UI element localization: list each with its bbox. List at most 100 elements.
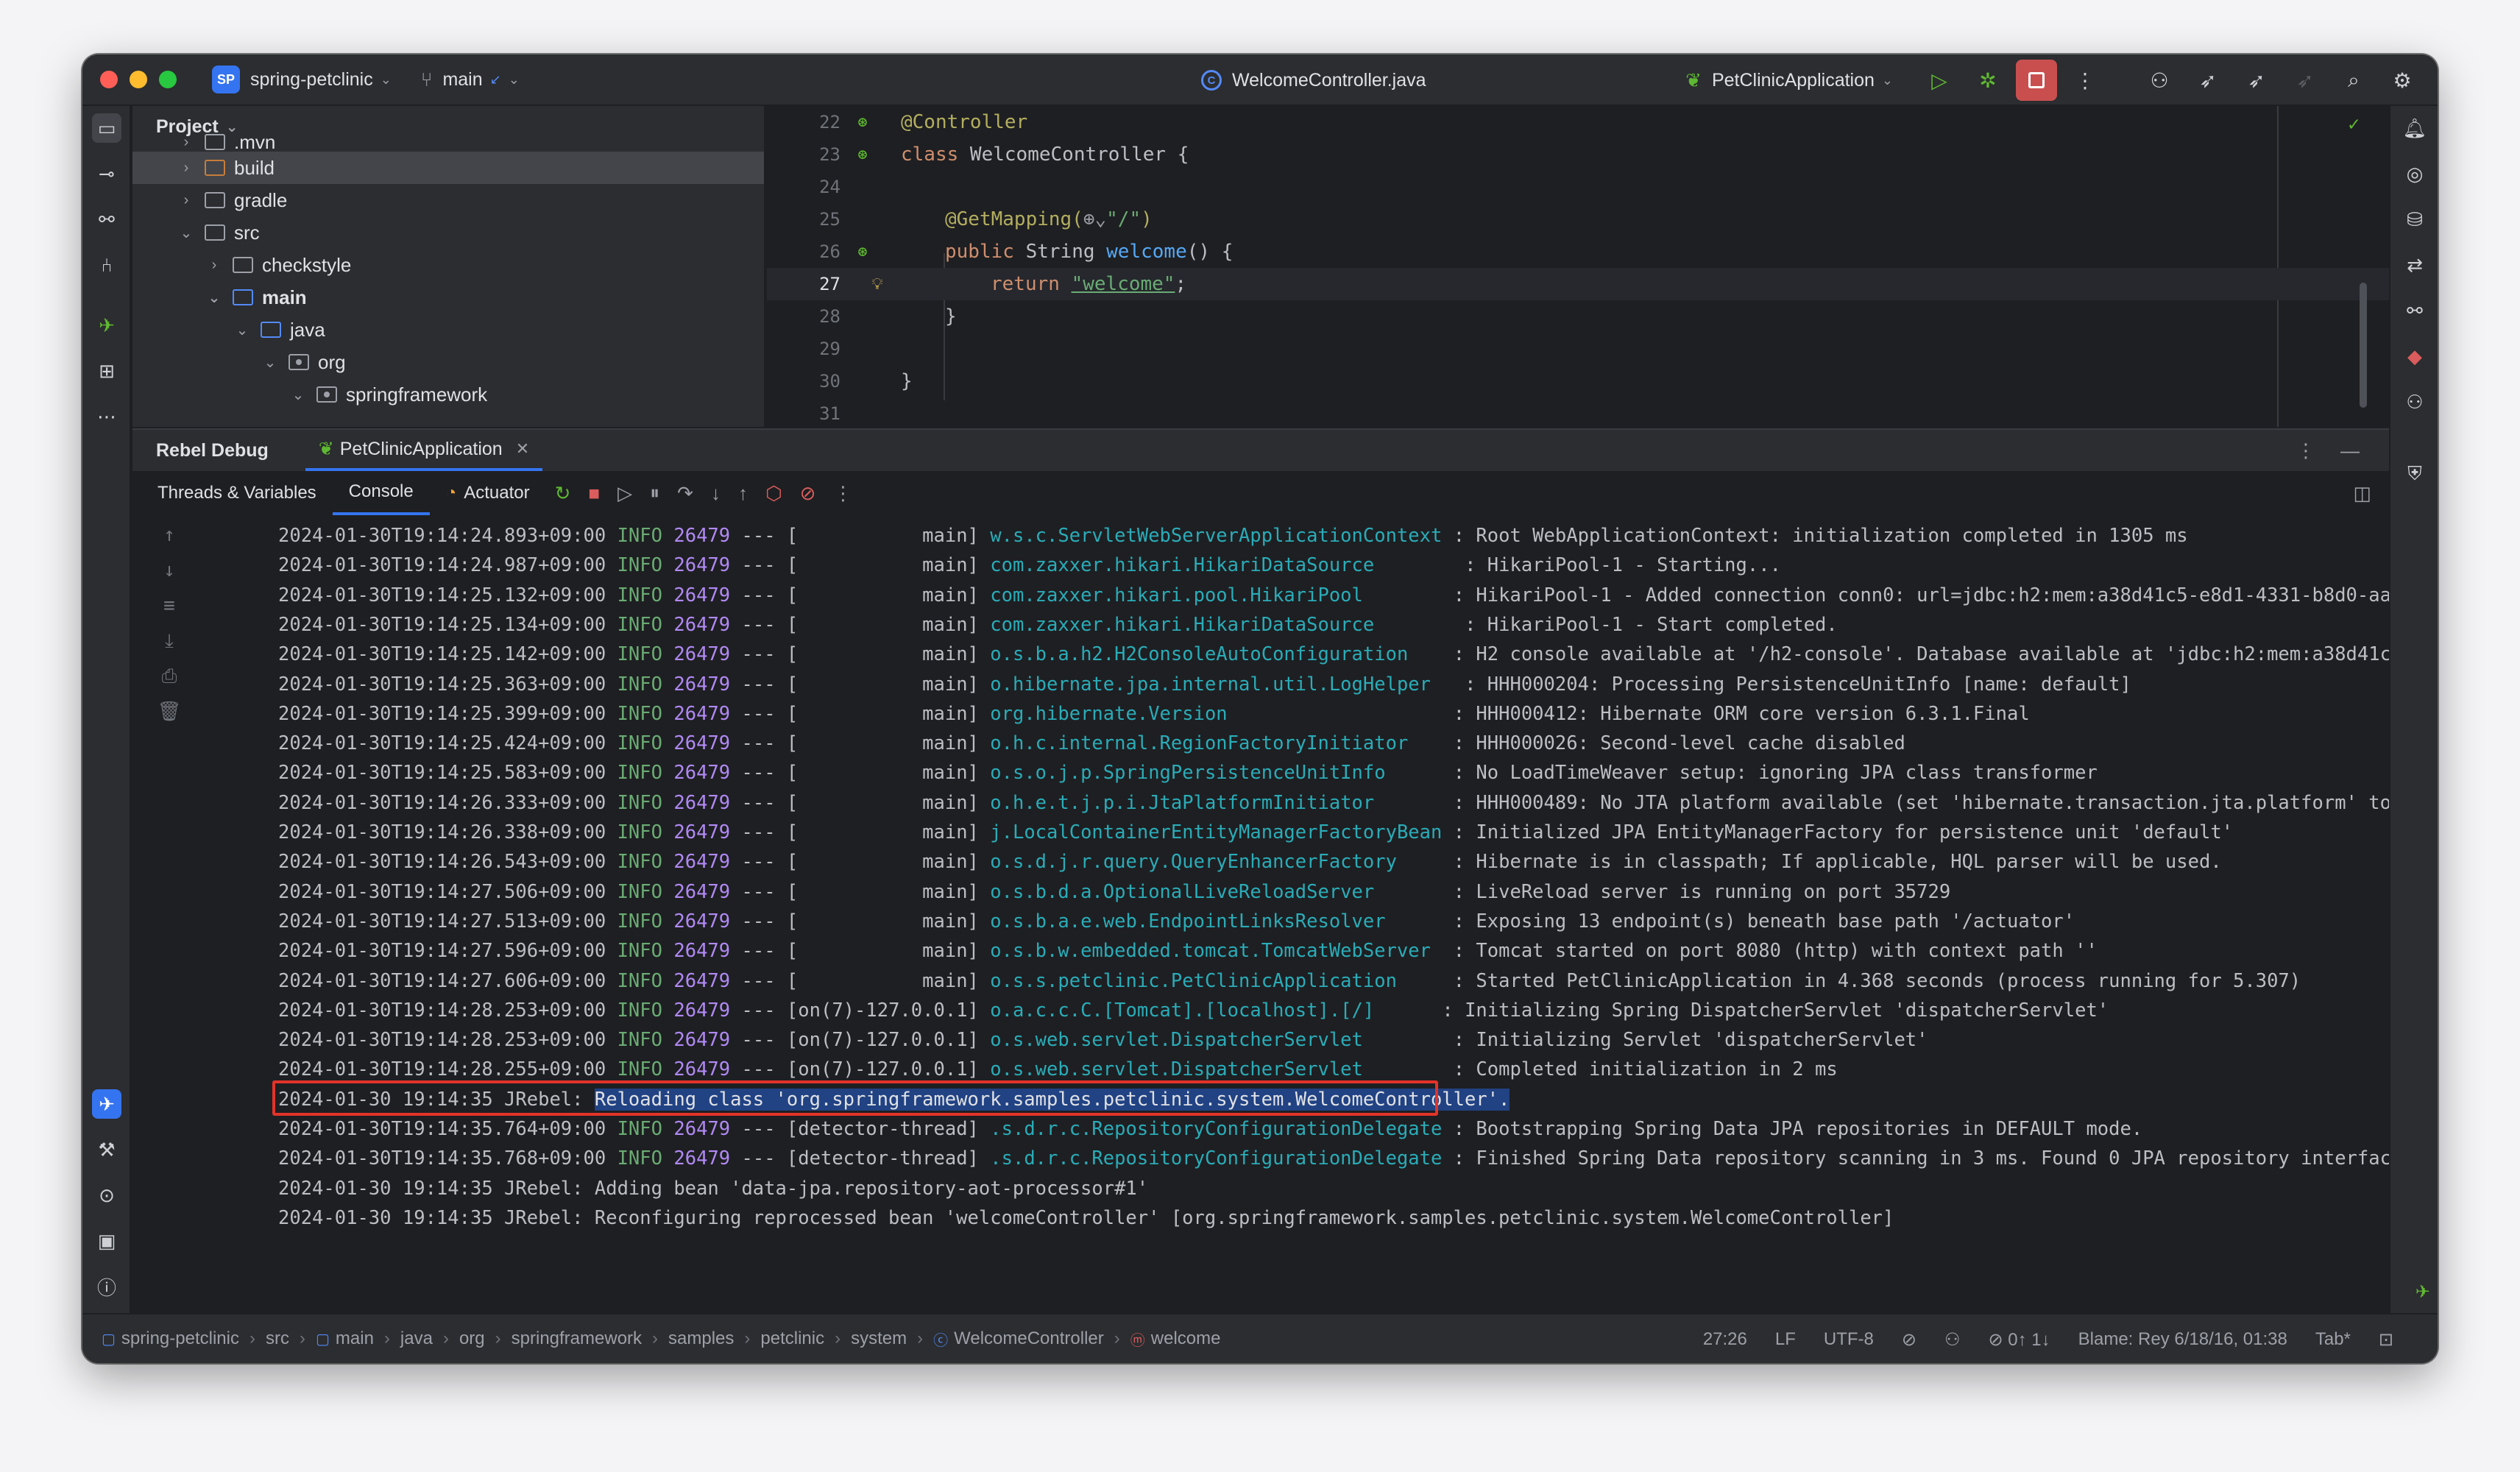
jrebel-debug-rocket-icon[interactable]: ➶ bbox=[2236, 60, 2277, 101]
step-over-icon[interactable]: ↷ bbox=[677, 482, 693, 505]
commit-icon[interactable]: ⊸ bbox=[92, 159, 121, 188]
tree-item-org[interactable]: ⌄ org bbox=[132, 346, 764, 378]
project-selector[interactable]: spring-petclinic bbox=[250, 69, 373, 91]
code-line-22[interactable]: 22 ⊛ @Controller bbox=[767, 106, 2389, 138]
code-line-27[interactable]: 27 💡︎ return "welcome"; bbox=[767, 268, 2389, 300]
breadcrumb-item[interactable]: welcome bbox=[1151, 1328, 1221, 1349]
chevron-down-icon[interactable]: ⌄ bbox=[290, 386, 306, 404]
breadcrumb-item[interactable]: WelcomeController bbox=[954, 1328, 1104, 1349]
breadcrumb-item[interactable]: java bbox=[400, 1328, 433, 1349]
zoom-window-button[interactable] bbox=[159, 71, 177, 88]
project-badge[interactable]: SP bbox=[212, 66, 240, 93]
code-with-me-icon[interactable]: ⚇ bbox=[2139, 60, 2180, 101]
security-shield-icon[interactable]: ⛨ bbox=[2400, 459, 2429, 489]
code-line-29[interactable]: 29 bbox=[767, 333, 2389, 365]
chevron-right-icon[interactable]: › bbox=[178, 192, 194, 209]
chevron-right-icon[interactable]: › bbox=[178, 134, 194, 151]
file-encoding[interactable]: UTF-8 bbox=[1824, 1329, 1874, 1350]
jrebel-icon[interactable]: ⚯ bbox=[2400, 296, 2429, 325]
project-folder-icon[interactable]: ▭ bbox=[92, 113, 121, 143]
tree-item-main[interactable]: ⌄ main bbox=[132, 281, 764, 314]
inspection-off-icon[interactable]: ⊘ bbox=[1902, 1329, 1916, 1351]
step-into-icon[interactable]: ↓ bbox=[711, 482, 721, 505]
rerun-icon[interactable]: ↻ bbox=[555, 482, 571, 505]
code-line-24[interactable]: 24 bbox=[767, 171, 2389, 203]
console-output[interactable]: ↑ ↓ ≡ ⤓ ⎙ 🗑︎ 2024-01-30T19:14:24.893+09:… bbox=[132, 517, 2389, 1314]
copilot-icon[interactable]: ⚇ bbox=[2400, 387, 2429, 417]
rebel-debug-tool-icon[interactable]: ✈ bbox=[92, 1089, 121, 1119]
code-line-28[interactable]: 28 } bbox=[767, 300, 2389, 333]
scroll-up-icon[interactable]: ↑ bbox=[155, 524, 184, 546]
more-options-icon[interactable]: ⋮ bbox=[2296, 439, 2315, 462]
copilot-status-icon[interactable]: ⚇ bbox=[1944, 1329, 1961, 1351]
breadcrumb-item[interactable]: src bbox=[266, 1328, 289, 1349]
notifications-icon[interactable]: 🔔︎ bbox=[2400, 113, 2429, 143]
close-window-button[interactable] bbox=[100, 71, 118, 88]
chevron-right-icon[interactable]: › bbox=[178, 160, 194, 177]
terminal-icon[interactable]: ▣ bbox=[92, 1226, 121, 1256]
jrebel-disabled-icon[interactable]: ➶ bbox=[2284, 60, 2326, 101]
soft-wrap-icon[interactable]: ≡ bbox=[155, 595, 184, 617]
tab-console[interactable]: Console bbox=[332, 471, 430, 515]
caret-position[interactable]: 27:26 bbox=[1703, 1329, 1747, 1350]
code-editor[interactable]: 22 ⊛ @Controller 23 ⊛ class WelcomeContr… bbox=[767, 106, 2389, 427]
chevron-down-icon[interactable]: ⌄ bbox=[381, 72, 392, 88]
breadcrumb-item[interactable]: main bbox=[336, 1328, 374, 1349]
tree-item-gradle[interactable]: › gradle bbox=[132, 184, 764, 216]
scroll-down-icon[interactable]: ↓ bbox=[155, 559, 184, 581]
maven-icon[interactable]: ◆ bbox=[2400, 342, 2429, 371]
breadcrumb-item[interactable]: system bbox=[851, 1328, 907, 1349]
breadcrumb-item[interactable]: samples bbox=[668, 1328, 734, 1349]
no-problems-check-icon[interactable]: ✓ bbox=[2348, 113, 2360, 135]
pull-requests-icon[interactable]: ⑃ bbox=[92, 250, 121, 280]
chevron-down-icon[interactable]: ⌄ bbox=[234, 321, 250, 339]
chevron-down-icon[interactable]: ⌄ bbox=[206, 289, 222, 307]
lightbulb-icon[interactable]: 💡︎ bbox=[863, 275, 892, 294]
stop-button[interactable] bbox=[2016, 60, 2057, 101]
code-line-30[interactable]: 30 } bbox=[767, 365, 2389, 397]
build-hammer-icon[interactable]: ⚒ bbox=[92, 1135, 121, 1164]
more-actions-icon[interactable]: ⋮ bbox=[2064, 60, 2106, 101]
chevron-down-icon[interactable]: ⌄ bbox=[178, 224, 194, 242]
code-line-26[interactable]: 26 ⊛ public String welcome() { bbox=[767, 236, 2389, 268]
spring-bean-gutter-icon[interactable]: ⊛ bbox=[848, 146, 877, 164]
resume-icon[interactable]: ▷ bbox=[617, 482, 632, 505]
tree-item-springframework[interactable]: ⌄ springframework bbox=[132, 378, 764, 411]
request-mapping-gutter-icon[interactable]: ⊛ bbox=[848, 243, 877, 261]
ai-assistant-icon[interactable]: ◎ bbox=[2400, 159, 2429, 188]
scroll-to-end-icon[interactable]: ⤓ bbox=[155, 630, 184, 653]
jrebel-rocket-icon[interactable]: ➶ bbox=[2187, 60, 2229, 101]
git-blame[interactable]: Blame: Rey 6/18/16, 01:38 bbox=[2078, 1329, 2287, 1350]
breadcrumb-item[interactable]: petclinic bbox=[760, 1328, 824, 1349]
vcs-status[interactable]: ⊘ 0↑ 1↓ bbox=[1989, 1329, 2050, 1351]
stop-icon[interactable]: ■ bbox=[588, 482, 600, 505]
line-separator[interactable]: LF bbox=[1775, 1329, 1796, 1350]
tree-item-src[interactable]: ⌄ src bbox=[132, 216, 764, 249]
run-configuration-selector[interactable]: ❦ PetClinicApplication ⌄ bbox=[1685, 69, 1893, 92]
more-tools-icon[interactable]: ⋯ bbox=[92, 402, 121, 431]
clear-all-icon[interactable]: 🗑︎ bbox=[155, 701, 184, 723]
mute-breakpoints-icon[interactable]: ⊘ bbox=[800, 482, 816, 505]
search-icon[interactable]: ⌕ bbox=[2333, 60, 2374, 101]
code-line-25[interactable]: 25 @GetMapping(⊕⌄"/") bbox=[767, 203, 2389, 236]
problems-icon[interactable]: ⓘ bbox=[92, 1272, 121, 1301]
chevron-down-icon[interactable]: ⌄ bbox=[509, 72, 520, 88]
minimize-panel-icon[interactable]: — bbox=[2340, 439, 2360, 462]
chevron-right-icon[interactable]: › bbox=[206, 257, 222, 274]
endpoints-icon[interactable]: ⇄ bbox=[2400, 250, 2429, 280]
tree-item-build[interactable]: › build bbox=[132, 152, 764, 184]
breadcrumb-item[interactable]: springframework bbox=[512, 1328, 642, 1349]
database-icon[interactable]: ⛁ bbox=[2400, 205, 2429, 234]
code-line-31[interactable]: 31 bbox=[767, 397, 2389, 427]
settings-gear-icon[interactable]: ⚙ bbox=[2382, 60, 2423, 101]
indent-setting[interactable]: Tab* bbox=[2315, 1329, 2351, 1350]
debug-button[interactable]: ✲ bbox=[1967, 60, 2008, 101]
structure-icon[interactable]: ⊞ bbox=[92, 356, 121, 386]
tab-actuator[interactable]: ◔ Actuator bbox=[430, 471, 546, 515]
jrebel-status-icon[interactable]: ✈ bbox=[2415, 1281, 2430, 1303]
branch-selector[interactable]: main bbox=[442, 69, 482, 91]
minimize-window-button[interactable] bbox=[130, 71, 147, 88]
tree-item-java[interactable]: ⌄ java bbox=[132, 314, 764, 346]
jrebel-setup-icon[interactable]: ✈ bbox=[92, 311, 121, 340]
breadcrumb-item[interactable]: org bbox=[459, 1328, 485, 1349]
